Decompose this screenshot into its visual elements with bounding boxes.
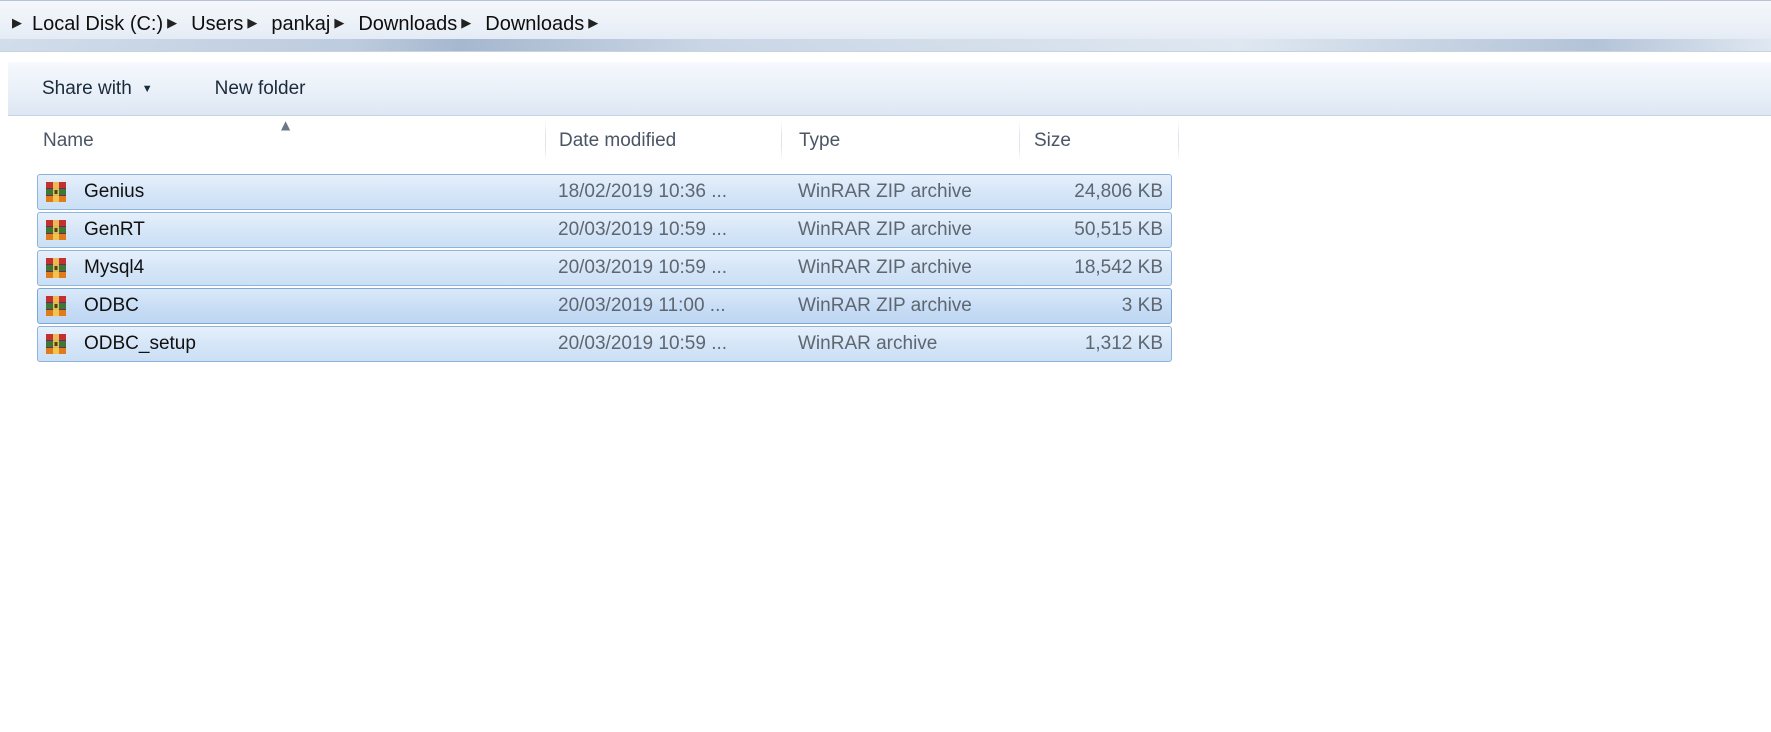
breadcrumb-separator-icon[interactable]: ▶ [461, 15, 471, 31]
file-size: 24,806 KB [1074, 181, 1163, 202]
chevron-down-icon: ▼ [141, 82, 153, 95]
column-headers: ▲ Name Date modified Type Size [0, 118, 1771, 164]
file-name: GenRT [84, 219, 145, 240]
file-type: WinRAR ZIP archive [798, 257, 972, 278]
address-bar-decoration [0, 39, 1771, 51]
column-header-type[interactable]: Type [799, 118, 1017, 164]
table-row[interactable]: GenRT 20/03/2019 10:59 ... WinRAR ZIP ar… [37, 212, 1172, 248]
file-date-modified: 20/03/2019 10:59 ... [558, 257, 728, 278]
column-header-date-label: Date modified [559, 130, 677, 151]
file-name: ODBC_setup [84, 333, 196, 354]
column-header-type-label: Type [799, 130, 841, 151]
breadcrumb-root-arrow-icon[interactable]: ▶ [12, 15, 22, 31]
share-with-button[interactable]: Share with ▼ [42, 78, 153, 100]
file-list: Genius 18/02/2019 10:36 ... WinRAR ZIP a… [37, 174, 1172, 364]
file-size: 50,515 KB [1074, 219, 1163, 240]
breadcrumb-item-users[interactable]: Users [191, 13, 243, 36]
breadcrumb: ▶ Local Disk (C:) ▶ Users ▶ pankaj ▶ Dow… [12, 11, 612, 37]
file-date-modified: 20/03/2019 10:59 ... [558, 219, 728, 240]
file-size: 18,542 KB [1074, 257, 1163, 278]
breadcrumb-item-pankaj[interactable]: pankaj [271, 13, 330, 36]
column-header-size-label: Size [1034, 130, 1071, 151]
table-row[interactable]: Genius 18/02/2019 10:36 ... WinRAR ZIP a… [37, 174, 1172, 210]
table-row[interactable]: Mysql4 20/03/2019 10:59 ... WinRAR ZIP a… [37, 250, 1172, 286]
file-date-modified: 18/02/2019 10:36 ... [558, 181, 728, 202]
file-name: Genius [84, 181, 145, 202]
winrar-zip-icon [46, 258, 66, 278]
column-divider[interactable] [1178, 120, 1179, 160]
column-divider[interactable] [1019, 120, 1020, 160]
breadcrumb-separator-icon[interactable]: ▶ [167, 15, 177, 31]
column-divider[interactable] [781, 120, 782, 160]
column-header-name[interactable]: Name [43, 118, 543, 164]
breadcrumb-item-downloads[interactable]: Downloads [358, 13, 457, 36]
file-name: Mysql4 [84, 257, 145, 278]
file-size: 3 KB [1121, 295, 1163, 316]
file-name: ODBC [84, 295, 139, 316]
table-row[interactable]: ODBC_setup 20/03/2019 10:59 ... WinRAR a… [37, 326, 1172, 362]
explorer-window: ▶ Local Disk (C:) ▶ Users ▶ pankaj ▶ Dow… [0, 0, 1771, 732]
file-date-modified: 20/03/2019 11:00 ... [558, 295, 726, 316]
file-type: WinRAR ZIP archive [798, 295, 972, 316]
new-folder-label: New folder [214, 77, 306, 99]
file-type: WinRAR ZIP archive [798, 181, 972, 202]
winrar-archive-icon [46, 334, 66, 354]
breadcrumb-separator-icon[interactable]: ▶ [588, 15, 598, 31]
breadcrumb-item-downloads-current[interactable]: Downloads [485, 13, 584, 36]
file-type: WinRAR archive [798, 333, 938, 354]
column-header-date[interactable]: Date modified [559, 118, 779, 164]
breadcrumb-separator-icon[interactable]: ▶ [247, 15, 257, 31]
column-header-size[interactable]: Size [1034, 118, 1174, 164]
table-row[interactable]: ODBC 20/03/2019 11:00 ... WinRAR ZIP arc… [37, 288, 1172, 324]
breadcrumb-separator-icon[interactable]: ▶ [334, 15, 344, 31]
share-with-label: Share with [42, 77, 132, 99]
column-divider[interactable] [545, 120, 546, 160]
new-folder-button[interactable]: New folder [215, 78, 306, 100]
file-size: 1,312 KB [1084, 333, 1163, 354]
file-type: WinRAR ZIP archive [798, 219, 972, 240]
winrar-zip-icon [46, 220, 66, 240]
breadcrumb-item-local-disk[interactable]: Local Disk (C:) [32, 13, 163, 36]
column-header-name-label: Name [43, 130, 94, 151]
winrar-zip-icon [46, 182, 66, 202]
address-bar[interactable]: ▶ Local Disk (C:) ▶ Users ▶ pankaj ▶ Dow… [0, 0, 1771, 52]
file-date-modified: 20/03/2019 10:59 ... [558, 333, 728, 354]
winrar-zip-icon [46, 296, 66, 316]
command-bar: Share with ▼ New folder [8, 62, 1771, 116]
